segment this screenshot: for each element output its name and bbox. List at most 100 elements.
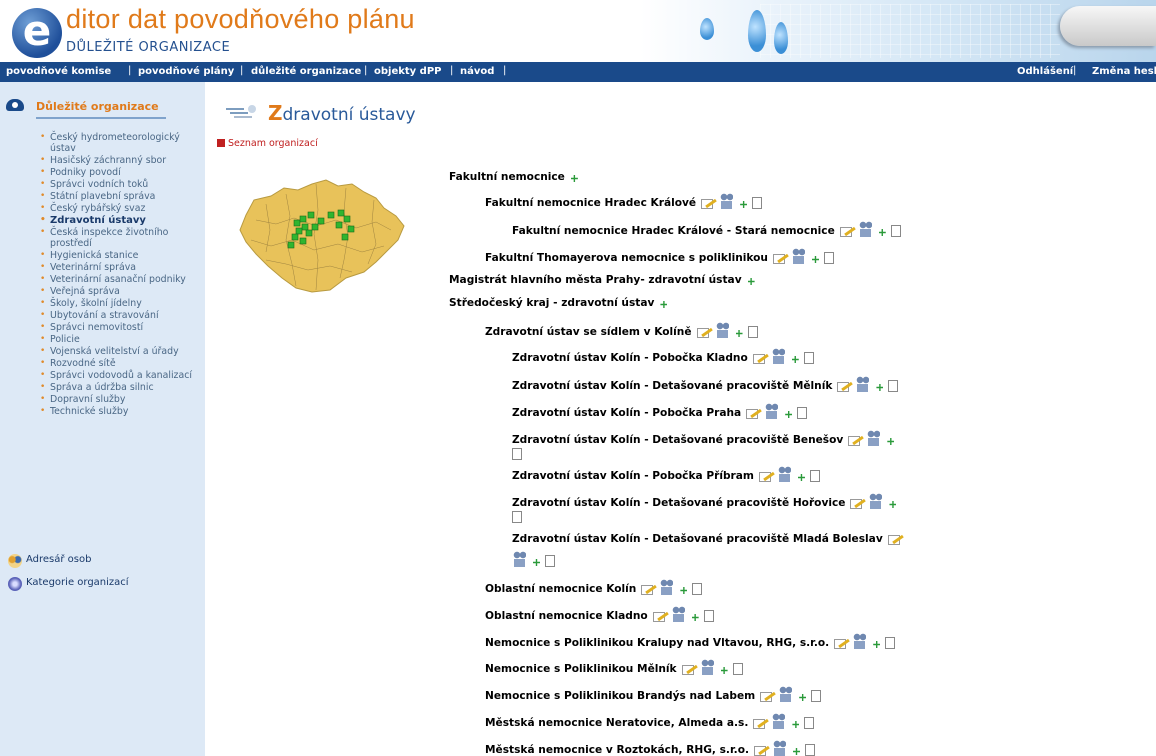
sidebar-item[interactable]: Školy, školní jídelny	[40, 298, 200, 309]
sidebar-item[interactable]: Český rybářský svaz	[40, 203, 200, 214]
add-child-icon[interactable]	[877, 227, 887, 237]
contacts-icon[interactable]	[778, 686, 793, 702]
sidebar-item[interactable]: Státní plavební správa	[40, 191, 200, 202]
sidebar-item[interactable]: Český hydrometeorologický ústav	[40, 132, 200, 154]
add-child-icon[interactable]	[746, 276, 756, 286]
tree-row-label[interactable]: Městská nemocnice Neratovice, Almeda a.s…	[485, 717, 748, 729]
contacts-icon[interactable]	[771, 348, 786, 364]
contacts-icon[interactable]	[771, 713, 786, 729]
add-child-icon[interactable]	[790, 354, 800, 364]
contacts-icon[interactable]	[715, 322, 730, 338]
add-child-icon[interactable]	[885, 436, 895, 446]
tree-row-label[interactable]: Zdravotní ústav Kolín - Detašované praco…	[512, 497, 845, 509]
add-child-icon[interactable]	[791, 746, 801, 756]
tree-row-label[interactable]: Zdravotní ústav Kolín - Detašované praco…	[512, 380, 832, 392]
edit-icon[interactable]	[752, 352, 767, 364]
document-icon[interactable]	[811, 690, 822, 702]
contacts-icon[interactable]	[700, 659, 715, 675]
contacts-icon[interactable]	[791, 248, 806, 264]
tree-row-label[interactable]: Zdravotní ústav Kolín - Pobočka Kladno	[512, 352, 748, 364]
edit-icon[interactable]	[847, 434, 862, 446]
sidebar-item[interactable]: Hygienická stanice	[40, 250, 200, 261]
add-child-icon[interactable]	[690, 612, 700, 622]
nav-povodnove-plany[interactable]: povodňové plány	[138, 66, 234, 77]
sidebar-item[interactable]: Policie	[40, 334, 200, 345]
add-child-icon[interactable]	[719, 665, 729, 675]
edit-icon[interactable]	[696, 326, 711, 338]
tree-row-label[interactable]: Zdravotní ústav Kolín - Detašované praco…	[512, 533, 883, 545]
contacts-icon[interactable]	[777, 466, 792, 482]
document-icon[interactable]	[805, 744, 815, 756]
edit-icon[interactable]	[752, 717, 767, 729]
add-child-icon[interactable]	[783, 409, 793, 419]
edit-icon[interactable]	[640, 583, 655, 595]
edit-icon[interactable]	[772, 252, 787, 264]
document-icon[interactable]	[885, 637, 896, 649]
sidebar-item[interactable]: Správa a údržba silnic	[40, 382, 200, 393]
document-icon[interactable]	[797, 407, 808, 419]
sidebar-item[interactable]: Veterinární správa	[40, 262, 200, 273]
tree-row-label[interactable]: Nemocnice s Poliklinikou Kralupy nad Vlt…	[485, 637, 829, 649]
nav-objekty-dpp[interactable]: objekty dPP	[374, 66, 442, 77]
add-child-icon[interactable]	[531, 557, 541, 567]
contacts-icon[interactable]	[719, 193, 734, 209]
sidebar-item[interactable]: Správci nemovitostí	[40, 322, 200, 333]
sidebar-categories[interactable]: Kategorie organizací	[26, 577, 129, 588]
sidebar-item[interactable]: Vojenská velitelství a úřady	[40, 346, 200, 357]
nav-logout[interactable]: Odhlášení	[1017, 66, 1073, 77]
contacts-icon[interactable]	[852, 633, 867, 649]
edit-icon[interactable]	[839, 225, 854, 237]
sidebar-item[interactable]: Správci vodních toků	[40, 179, 200, 190]
add-child-icon[interactable]	[790, 719, 800, 729]
add-child-icon[interactable]	[874, 382, 884, 392]
document-icon[interactable]	[732, 663, 743, 675]
add-child-icon[interactable]	[658, 299, 668, 309]
nav-navod[interactable]: návod	[460, 66, 494, 77]
tree-row-label[interactable]: Zdravotní ústav Kolín - Detašované praco…	[512, 434, 843, 446]
sidebar-title[interactable]: Důležité organizace	[36, 100, 159, 113]
edit-icon[interactable]	[887, 533, 902, 545]
sidebar-item[interactable]: Hasičský záchranný sbor	[40, 155, 200, 166]
nav-povodnove-komise[interactable]: povodňové komise	[6, 66, 111, 77]
document-icon[interactable]	[692, 583, 703, 595]
document-icon[interactable]	[747, 326, 758, 338]
add-child-icon[interactable]	[738, 199, 748, 209]
sidebar-item[interactable]: Česká inspekce životního prostředí	[40, 227, 200, 249]
sidebar-item[interactable]: Technické služby	[40, 406, 200, 417]
document-icon[interactable]	[804, 717, 815, 729]
tree-row-label[interactable]: Magistrát hlavního města Prahy- zdravotn…	[449, 274, 742, 286]
tree-row-label[interactable]: Fakultní nemocnice Hradec Králové	[485, 197, 696, 209]
edit-icon[interactable]	[759, 690, 774, 702]
sidebar-item[interactable]: Veřejná správa	[40, 286, 200, 297]
edit-icon[interactable]	[681, 663, 696, 675]
contacts-icon[interactable]	[659, 579, 674, 595]
tree-row-label[interactable]: Městská nemocnice v Roztokách, RHG, s.r.…	[485, 744, 749, 756]
tree-row-label[interactable]: Nemocnice s Poliklinikou Brandýs nad Lab…	[485, 690, 755, 702]
edit-icon[interactable]	[652, 610, 667, 622]
contacts-icon[interactable]	[868, 493, 883, 509]
edit-icon[interactable]	[753, 744, 768, 756]
tree-row-label[interactable]: Fakultní nemocnice	[449, 171, 565, 183]
document-icon[interactable]	[809, 470, 820, 482]
document-icon[interactable]	[545, 555, 555, 567]
contacts-icon[interactable]	[512, 551, 527, 567]
sidebar-item[interactable]: Podniky povodí	[40, 167, 200, 178]
tree-row-label[interactable]: Zdravotní ústav Kolín - Pobočka Příbram	[512, 470, 754, 482]
contacts-icon[interactable]	[858, 221, 873, 237]
add-child-icon[interactable]	[734, 328, 744, 338]
tree-row-label[interactable]: Zdravotní ústav se sídlem v Kolíně	[485, 326, 692, 338]
add-child-icon[interactable]	[797, 692, 807, 702]
sidebar-item[interactable]: Správci vodovodů a kanalizací	[40, 370, 200, 381]
sidebar-item[interactable]: Zdravotní ústavy	[40, 215, 200, 226]
organization-list-link[interactable]: Seznam organizací	[217, 138, 318, 149]
document-icon[interactable]	[512, 448, 522, 460]
edit-icon[interactable]	[836, 380, 851, 392]
document-icon[interactable]	[823, 252, 834, 264]
edit-icon[interactable]	[745, 407, 760, 419]
sidebar-item[interactable]: Rozvodné sítě	[40, 358, 200, 369]
document-icon[interactable]	[803, 352, 814, 364]
add-child-icon[interactable]	[569, 173, 579, 183]
sidebar-item[interactable]: Ubytování a stravování	[40, 310, 200, 321]
edit-icon[interactable]	[758, 470, 773, 482]
tree-row-label[interactable]: Fakultní nemocnice Hradec Králové - Star…	[512, 225, 835, 237]
